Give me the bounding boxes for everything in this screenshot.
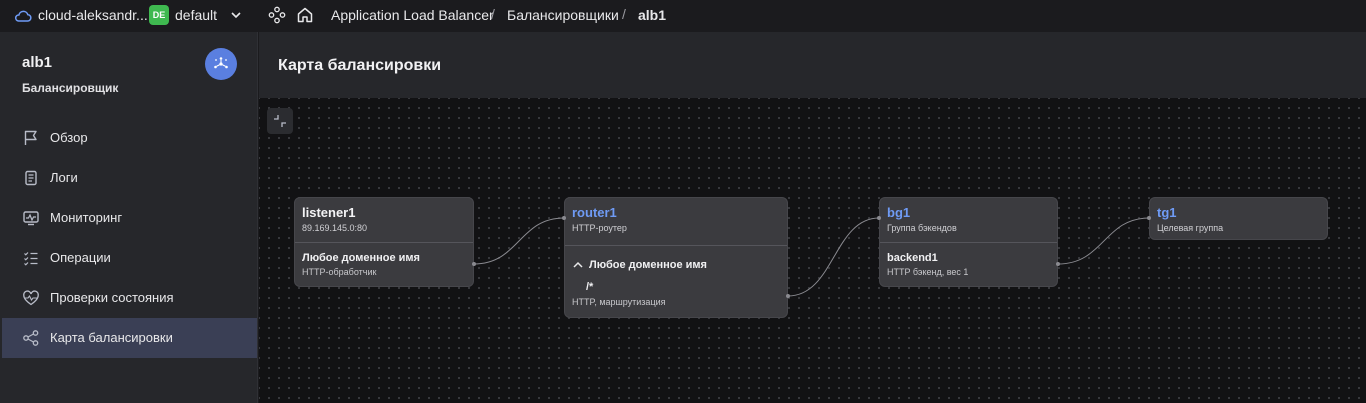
page-header: Карта балансировки <box>259 32 1366 98</box>
resource-type: Балансировщик <box>22 81 119 95</box>
sidebar-item-label: Карта балансировки <box>50 330 173 345</box>
sidebar-item-monitoring[interactable]: Мониторинг <box>2 198 257 238</box>
divider <box>565 245 787 246</box>
sidebar-item-balancing-map[interactable]: Карта балансировки <box>2 318 257 358</box>
target-group-type: Целевая группа <box>1157 223 1224 233</box>
router-type: HTTP-роутер <box>572 223 627 233</box>
divider <box>880 242 1057 243</box>
listener-address: 89.169.145.0:80 <box>302 223 368 233</box>
output-port <box>472 262 476 266</box>
logs-icon <box>25 170 37 186</box>
listener-title: listener1 <box>302 205 356 220</box>
nodes-map-icon <box>23 330 39 346</box>
handler-type: HTTP-обработчик <box>302 267 377 277</box>
sidebar-item-label: Мониторинг <box>50 210 123 225</box>
input-port <box>877 216 881 220</box>
sidebar-item-label: Обзор <box>50 130 88 145</box>
monitoring-icon <box>23 211 39 226</box>
divider <box>295 242 473 243</box>
sidebar: alb1 Балансировщик Обзор Логи Мониторинг… <box>0 32 258 403</box>
balancer-icon <box>214 57 228 69</box>
route-path: /* <box>586 281 594 293</box>
breadcrumb-separator: / <box>491 6 495 22</box>
sidebar-item-label: Операции <box>50 250 111 265</box>
home-icon[interactable] <box>295 5 315 25</box>
target-group-node[interactable]: tg1 Целевая группа <box>1149 197 1328 240</box>
services-icon[interactable] <box>268 6 286 24</box>
sidebar-item-label: Логи <box>50 170 78 185</box>
route-type: HTTP, маршрутизация <box>572 297 666 307</box>
chevron-down-icon[interactable] <box>229 8 243 22</box>
input-port <box>562 216 566 220</box>
listener-node[interactable]: listener1 89.169.145.0:80 Любое доменное… <box>294 197 474 287</box>
backend-group-node[interactable]: bg1 Группа бэкендов backend1 HTTP бэкенд… <box>879 197 1058 287</box>
sidebar-item-overview[interactable]: Обзор <box>2 118 257 158</box>
operations-icon <box>24 252 38 266</box>
output-port <box>786 294 790 298</box>
service-button[interactable] <box>205 48 237 80</box>
backend-type: HTTP бэкенд, вес 1 <box>887 267 969 277</box>
backend-title: backend1 <box>887 252 938 264</box>
flag-icon <box>24 130 37 145</box>
breadcrumb-balancers[interactable]: Балансировщики <box>507 7 619 23</box>
top-bar: cloud-aleksandr... DE default Applicatio… <box>0 0 1366 32</box>
breadcrumb-separator: / <box>622 6 626 22</box>
breadcrumb-current: alb1 <box>638 7 667 23</box>
folder-selector[interactable]: default <box>175 7 217 23</box>
sidebar-item-label: Проверки состояния <box>50 290 174 305</box>
backend-group-title[interactable]: bg1 <box>887 205 910 220</box>
cloud-selector[interactable]: cloud-aleksandr... <box>38 7 148 23</box>
router-node[interactable]: router1 HTTP-роутер Любое доменное имя /… <box>564 197 788 318</box>
folder-badge: DE <box>149 5 169 25</box>
sidebar-item-health-checks[interactable]: Проверки состояния <box>2 278 257 318</box>
output-port <box>1056 262 1060 266</box>
resource-title: alb1 <box>22 54 53 71</box>
input-port <box>1147 216 1151 220</box>
cloud-icon[interactable] <box>14 7 32 25</box>
breadcrumb-alb[interactable]: Application Load Balancer <box>331 7 494 23</box>
page-title: Карта балансировки <box>278 57 442 74</box>
sidebar-item-logs[interactable]: Логи <box>2 158 257 198</box>
virtual-host-title[interactable]: Любое доменное имя <box>589 259 707 271</box>
sidebar-item-operations[interactable]: Операции <box>2 238 257 278</box>
target-group-title[interactable]: tg1 <box>1157 205 1177 220</box>
handler-title: Любое доменное имя <box>302 252 420 264</box>
balancing-map-canvas[interactable]: listener1 89.169.145.0:80 Любое доменное… <box>259 98 1366 403</box>
backend-group-type: Группа бэкендов <box>887 223 957 233</box>
heart-pulse-icon <box>23 290 39 306</box>
chevron-up-icon[interactable] <box>572 260 584 270</box>
router-title[interactable]: router1 <box>572 205 617 220</box>
